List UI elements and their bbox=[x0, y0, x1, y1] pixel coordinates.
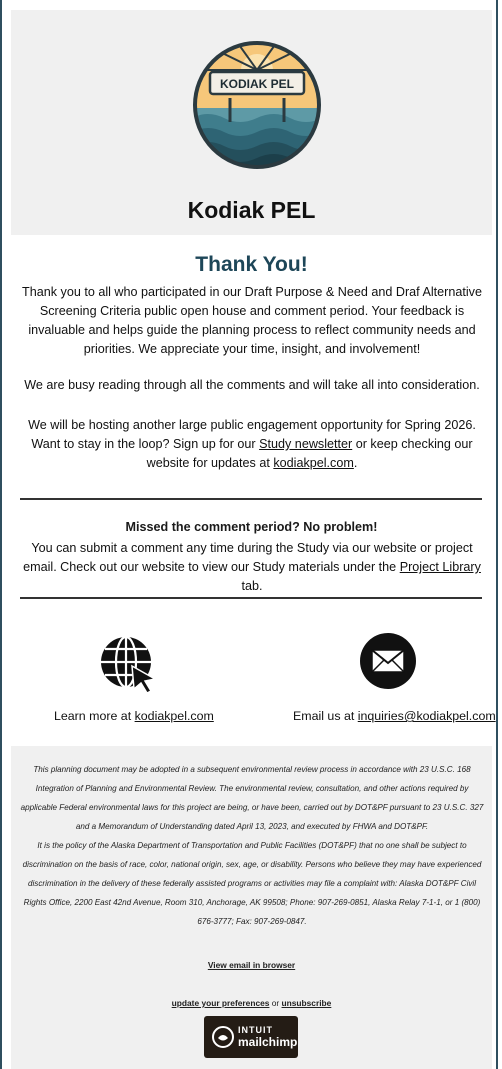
study-newsletter-link[interactable]: Study newsletter bbox=[259, 437, 352, 451]
envelope-icon[interactable] bbox=[359, 632, 417, 690]
divider bbox=[20, 498, 482, 500]
planning-disclaimer: This planning document may be adopted in… bbox=[20, 765, 484, 831]
view-in-browser-link[interactable]: View email in browser bbox=[208, 960, 295, 970]
learn-more-caption: Learn more at kodiakpel.com bbox=[54, 709, 214, 723]
email-link[interactable]: inquiries@kodiakpel.com bbox=[358, 709, 496, 723]
thank-you-heading: Thank You! bbox=[195, 253, 308, 276]
email-header: KODIAK PEL Kodiak PEL bbox=[11, 10, 492, 235]
mailchimp-logo-icon bbox=[212, 1026, 234, 1048]
logo-text: KODIAK PEL bbox=[220, 77, 294, 91]
globe-cursor-icon[interactable] bbox=[99, 635, 157, 693]
learn-more-link[interactable]: kodiakpel.com bbox=[135, 709, 214, 723]
badge-mailchimp-text: mailchimp bbox=[238, 1035, 298, 1049]
kodiakpel-website-link[interactable]: kodiakpel.com bbox=[273, 456, 354, 470]
missed-comment-text-2: tab. bbox=[241, 579, 263, 593]
update-preferences-link[interactable]: update your preferences bbox=[172, 998, 270, 1008]
civil-rights-notice: It is the policy of the Alaska Departmen… bbox=[22, 841, 482, 926]
divider bbox=[20, 597, 482, 599]
mailchimp-badge[interactable]: INTUIT mailchimp bbox=[204, 1016, 298, 1058]
project-library-link[interactable]: Project Library bbox=[400, 560, 481, 574]
email-us-caption: Email us at inquiries@kodiakpel.com bbox=[293, 709, 496, 723]
unsubscribe-link[interactable]: unsubscribe bbox=[282, 998, 332, 1008]
email-footer: This planning document may be adopted in… bbox=[11, 746, 492, 1069]
email-us-text: Email us at bbox=[293, 709, 358, 723]
reading-comments-paragraph: We are busy reading through all the comm… bbox=[24, 378, 480, 392]
next-engagement-paragraph: We will be hosting another large public … bbox=[22, 416, 482, 473]
email-frame: KODIAK PEL Kodiak PEL Thank You! Thank y… bbox=[0, 0, 498, 1069]
site-title: Kodiak PEL bbox=[187, 197, 316, 223]
kodiak-pel-logo: KODIAK PEL bbox=[193, 41, 321, 169]
badge-intuit-text: INTUIT bbox=[238, 1025, 273, 1035]
learn-more-text: Learn more at bbox=[54, 709, 135, 723]
view-in-browser: View email in browser bbox=[11, 960, 492, 970]
missed-comment-heading: Missed the comment period? No problem! bbox=[125, 520, 378, 534]
or-text: or bbox=[269, 998, 282, 1008]
preferences-line: update your preferences or unsubscribe bbox=[11, 998, 492, 1008]
period-text: . bbox=[353, 456, 358, 470]
missed-comment-paragraph: You can submit a comment any time during… bbox=[14, 539, 490, 596]
legal-disclaimer: This planning document may be adopted in… bbox=[19, 760, 485, 931]
thank-you-paragraph: Thank you to all who participated in our… bbox=[22, 285, 482, 356]
